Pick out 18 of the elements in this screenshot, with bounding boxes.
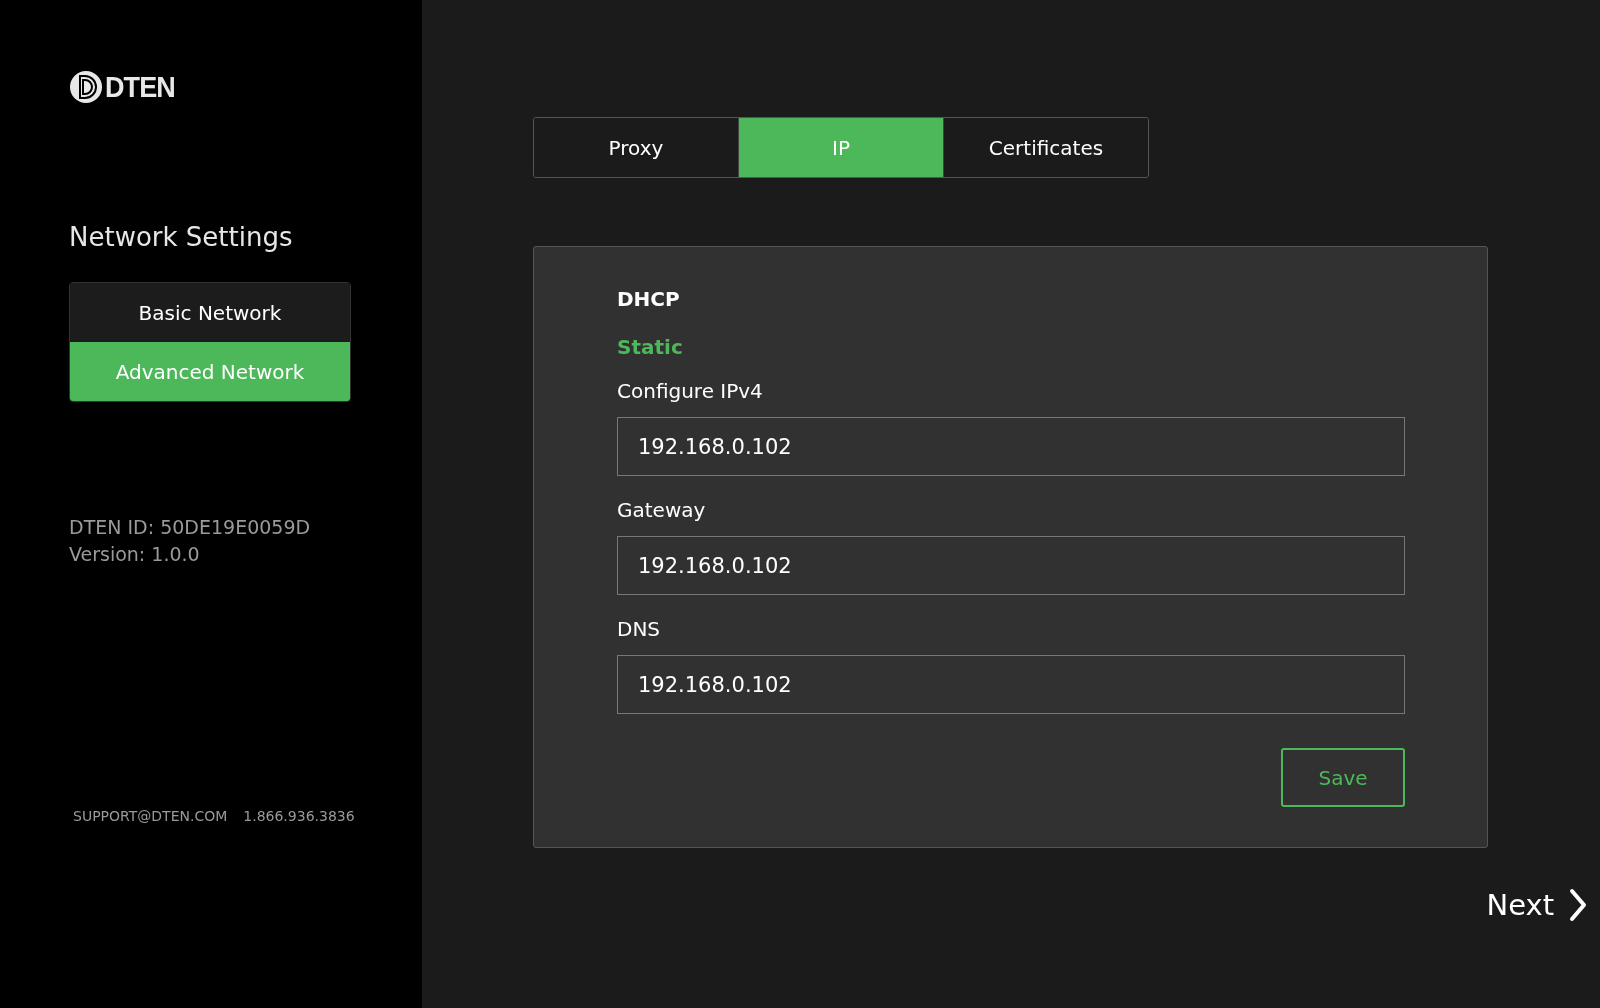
support-phone: 1.866.936.3836 <box>243 808 355 824</box>
field-label: Configure IPv4 <box>617 379 764 403</box>
save-button[interactable]: Save <box>1281 748 1405 807</box>
input-field[interactable]: 192.168.0.102 <box>617 417 1405 476</box>
field-label: DNS <box>617 617 662 641</box>
sidebar-menu-item[interactable]: Basic Network <box>70 283 350 342</box>
version-text: Version: 1.0.0 <box>69 542 201 567</box>
tab[interactable]: Certificates <box>943 118 1148 177</box>
next-button[interactable]: Next <box>1486 888 1588 922</box>
mode-option[interactable]: Static <box>617 335 683 359</box>
device-id-text: DTEN ID: 50DE19E0059D <box>69 515 312 540</box>
logo-text: DTEN <box>105 70 175 104</box>
sidebar-title: Network Settings <box>69 222 294 252</box>
input-field[interactable]: 192.168.0.102 <box>617 655 1405 714</box>
mode-option[interactable]: DHCP <box>617 287 680 311</box>
support-email: SUPPORT@DTEN.COM <box>73 808 228 824</box>
field-label: Gateway <box>617 498 707 522</box>
input-field[interactable]: 192.168.0.102 <box>617 536 1405 595</box>
